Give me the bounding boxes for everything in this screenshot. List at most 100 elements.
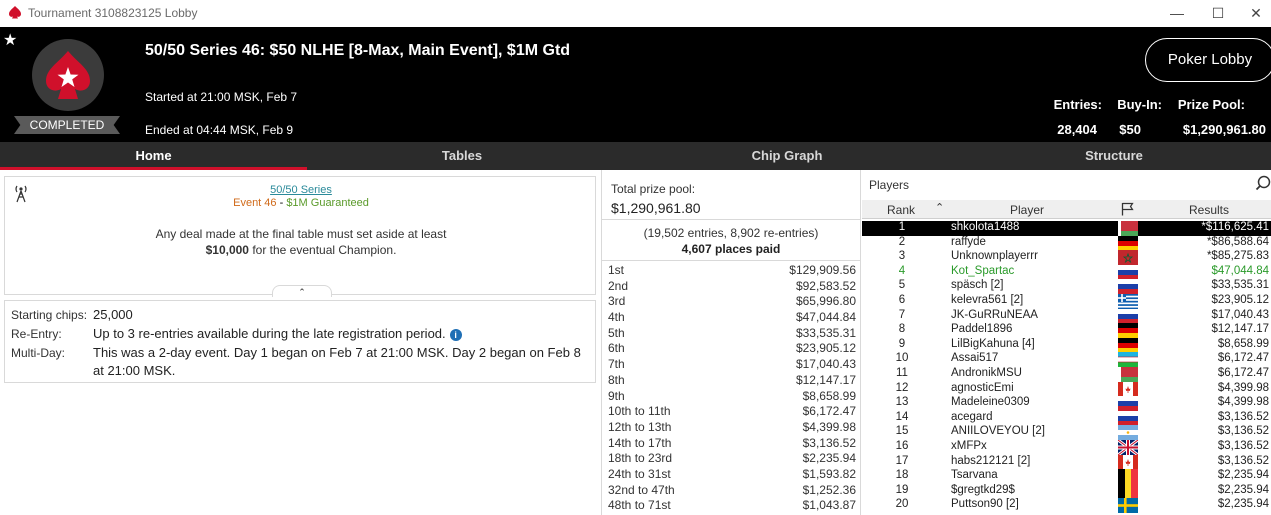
payout-amount: $17,040.43 — [795, 357, 856, 372]
deal-note-tail: for the eventual Champion. — [248, 243, 397, 257]
country-flag-icon — [1118, 235, 1138, 251]
player-name: JK-GuRRuNEAA — [951, 308, 1038, 321]
close-icon[interactable]: ✕ — [1244, 2, 1268, 24]
sort-chevron-up-icon[interactable]: ⌃ — [935, 201, 944, 214]
payout-row: 9th $8,658.99 — [602, 388, 860, 404]
multiday-label: Multi-Day: — [11, 346, 66, 360]
player-name: kelevra561 [2] — [951, 293, 1024, 306]
player-row[interactable]: 9 LilBigKahuna [4] $8,658.99 — [862, 337, 1271, 353]
col-results-header[interactable]: Results — [1189, 203, 1229, 217]
player-row[interactable]: 20 Puttson90 [2] $2,235.94 — [862, 498, 1271, 513]
country-flag-icon — [1118, 396, 1138, 411]
col-rank-header[interactable]: Rank — [887, 203, 915, 217]
player-result: $3,136.52 — [1217, 454, 1269, 467]
payout-place: 10th to 11th — [608, 404, 671, 419]
player-row[interactable]: 10 Assai517 $6,172.47 — [862, 352, 1271, 367]
player-row[interactable]: 19 $gregtkd29$ $2,235.94 — [862, 483, 1271, 499]
prizepool-value: $1,290,961.80 — [1182, 122, 1266, 137]
payout-place: 24th to 31st — [608, 466, 671, 481]
home-info-panel: 50/50 Series Event 46 - $1M Guaranteed A… — [0, 170, 601, 515]
player-result: $6,172.47 — [1217, 352, 1269, 365]
payout-amount: $1,593.82 — [802, 466, 856, 481]
country-flag-icon — [1118, 454, 1138, 470]
country-flag-icon — [1118, 410, 1138, 426]
player-rank: 2 — [898, 235, 906, 248]
payout-row: 32nd to 47th $1,252.36 — [602, 482, 860, 498]
player-result: $12,147.17 — [1211, 323, 1269, 336]
country-flag-icon[interactable] — [1121, 202, 1134, 219]
country-flag-icon — [1118, 250, 1138, 265]
player-row[interactable]: 1 shkolota1488 *$116,625.41 — [862, 221, 1271, 236]
player-row[interactable]: 15 ANIILOVEYOU [2] $3,136.52 — [862, 425, 1271, 440]
payout-row: 5th $33,535.31 — [602, 325, 860, 341]
payout-row: 8th $12,147.17 — [602, 372, 860, 388]
maximize-icon[interactable]: ☐ — [1206, 2, 1230, 24]
player-result: $8,658.99 — [1217, 337, 1269, 350]
country-flag-icon — [1118, 279, 1138, 294]
player-name: Assai517 — [951, 352, 999, 365]
player-row[interactable]: 16 xMFPx $3,136.52 — [862, 439, 1271, 455]
favorite-star-icon[interactable]: ★ — [3, 30, 17, 50]
payout-place: 12th to 13th — [608, 419, 672, 434]
country-flag-icon — [1118, 366, 1138, 382]
poker-lobby-button[interactable]: Poker Lobby — [1145, 38, 1271, 82]
player-result: $2,235.94 — [1217, 483, 1269, 496]
player-row[interactable]: 17 habs212121 [2] $3,136.52 — [862, 454, 1271, 470]
event-line: Event 46 - $1M Guaranteed — [5, 197, 597, 209]
player-row[interactable]: 7 JK-GuRRuNEAA $17,040.43 — [862, 308, 1271, 324]
payout-place: 14th to 17th — [608, 435, 672, 450]
player-result: $2,235.94 — [1217, 498, 1269, 511]
guarantee-text: $1M Guaranteed — [286, 197, 369, 209]
players-title: Players — [869, 178, 910, 192]
player-row[interactable]: 5 späsch [2] $33,535.31 — [862, 279, 1271, 294]
player-name: habs212121 [2] — [951, 454, 1031, 467]
country-flag-icon — [1118, 293, 1138, 309]
collapse-chevron-up-icon[interactable]: ⌃ — [272, 285, 332, 297]
player-row[interactable]: 12 agnosticEmi $4,399.98 — [862, 381, 1271, 397]
country-flag-icon — [1118, 469, 1138, 484]
tab-home[interactable]: Home — [0, 142, 307, 170]
tab-tables[interactable]: Tables — [307, 142, 617, 170]
player-row[interactable]: 18 Tsarvana $2,235.94 — [862, 469, 1271, 484]
players-table-body[interactable]: 1 shkolota1488 *$116,625.41 2 raffyde *$86,58… — [862, 221, 1271, 513]
payout-row: 10th to 11th $6,172.47 — [602, 403, 860, 419]
player-row[interactable]: 4 Kot_Spartac $47,044.84 — [862, 264, 1271, 280]
info-icon[interactable]: i — [449, 329, 462, 341]
pokerstars-spade-logo — [32, 39, 104, 111]
buyin-value: $50 — [1119, 122, 1141, 137]
entries-note: (19,502 entries, 8,902 re-entries) — [643, 226, 819, 240]
tab-structure[interactable]: Structure — [957, 142, 1271, 170]
places-paid-box: (19,502 entries, 8,902 re-entries) 4,607… — [602, 220, 860, 261]
player-rank: 9 — [898, 337, 906, 350]
tab-chip-graph[interactable]: Chip Graph — [617, 142, 957, 170]
col-player-header[interactable]: Player — [1010, 203, 1044, 217]
player-row[interactable]: 6 kelevra561 [2] $23,905.12 — [862, 293, 1271, 309]
player-result: *$116,625.41 — [1201, 221, 1269, 233]
player-row[interactable]: 2 raffyde *$86,588.64 — [862, 235, 1271, 251]
player-row[interactable]: 8 Paddel1896 $12,147.17 — [862, 323, 1271, 338]
minimize-icon[interactable]: — — [1165, 2, 1189, 24]
search-icon[interactable] — [1255, 175, 1271, 196]
player-rank: 6 — [898, 293, 906, 306]
payout-amount: $129,909.56 — [789, 263, 856, 277]
payout-amount: $2,235.94 — [802, 451, 856, 466]
payout-row: 2nd $92,583.52 — [602, 278, 860, 294]
country-flag-icon — [1118, 308, 1138, 324]
payout-list[interactable]: 1st $129,909.56 2nd $92,583.52 3rd $65,996.80… — [602, 262, 860, 513]
player-name: agnosticEmi — [951, 381, 1014, 394]
payout-place: 7th — [608, 357, 625, 372]
window-titlebar: Tournament 3108823125 Lobby — ☐ ✕ — [0, 0, 1271, 27]
player-row[interactable]: 13 Madeleine0309 $4,399.98 — [862, 396, 1271, 411]
player-name: ANIILOVEYOU [2] — [951, 425, 1045, 438]
player-row[interactable]: 14 acegard $3,136.52 — [862, 410, 1271, 426]
player-name: raffyde — [951, 235, 986, 248]
payout-amount: $65,996.80 — [795, 294, 856, 309]
player-row[interactable]: 3 Unknownplayerrr *$85,275.83 — [862, 250, 1271, 265]
payout-amount: $12,147.17 — [795, 372, 856, 387]
deal-note-line2: $10,000 for the eventual Champion. — [5, 243, 597, 257]
payout-row: 1st $129,909.56 — [602, 262, 860, 278]
series-link[interactable]: 50/50 Series — [5, 184, 597, 196]
player-name: shkolota1488 — [951, 221, 1020, 233]
country-flag-icon — [1118, 439, 1138, 455]
player-row[interactable]: 11 AndronikMSU $6,172.47 — [862, 366, 1271, 382]
